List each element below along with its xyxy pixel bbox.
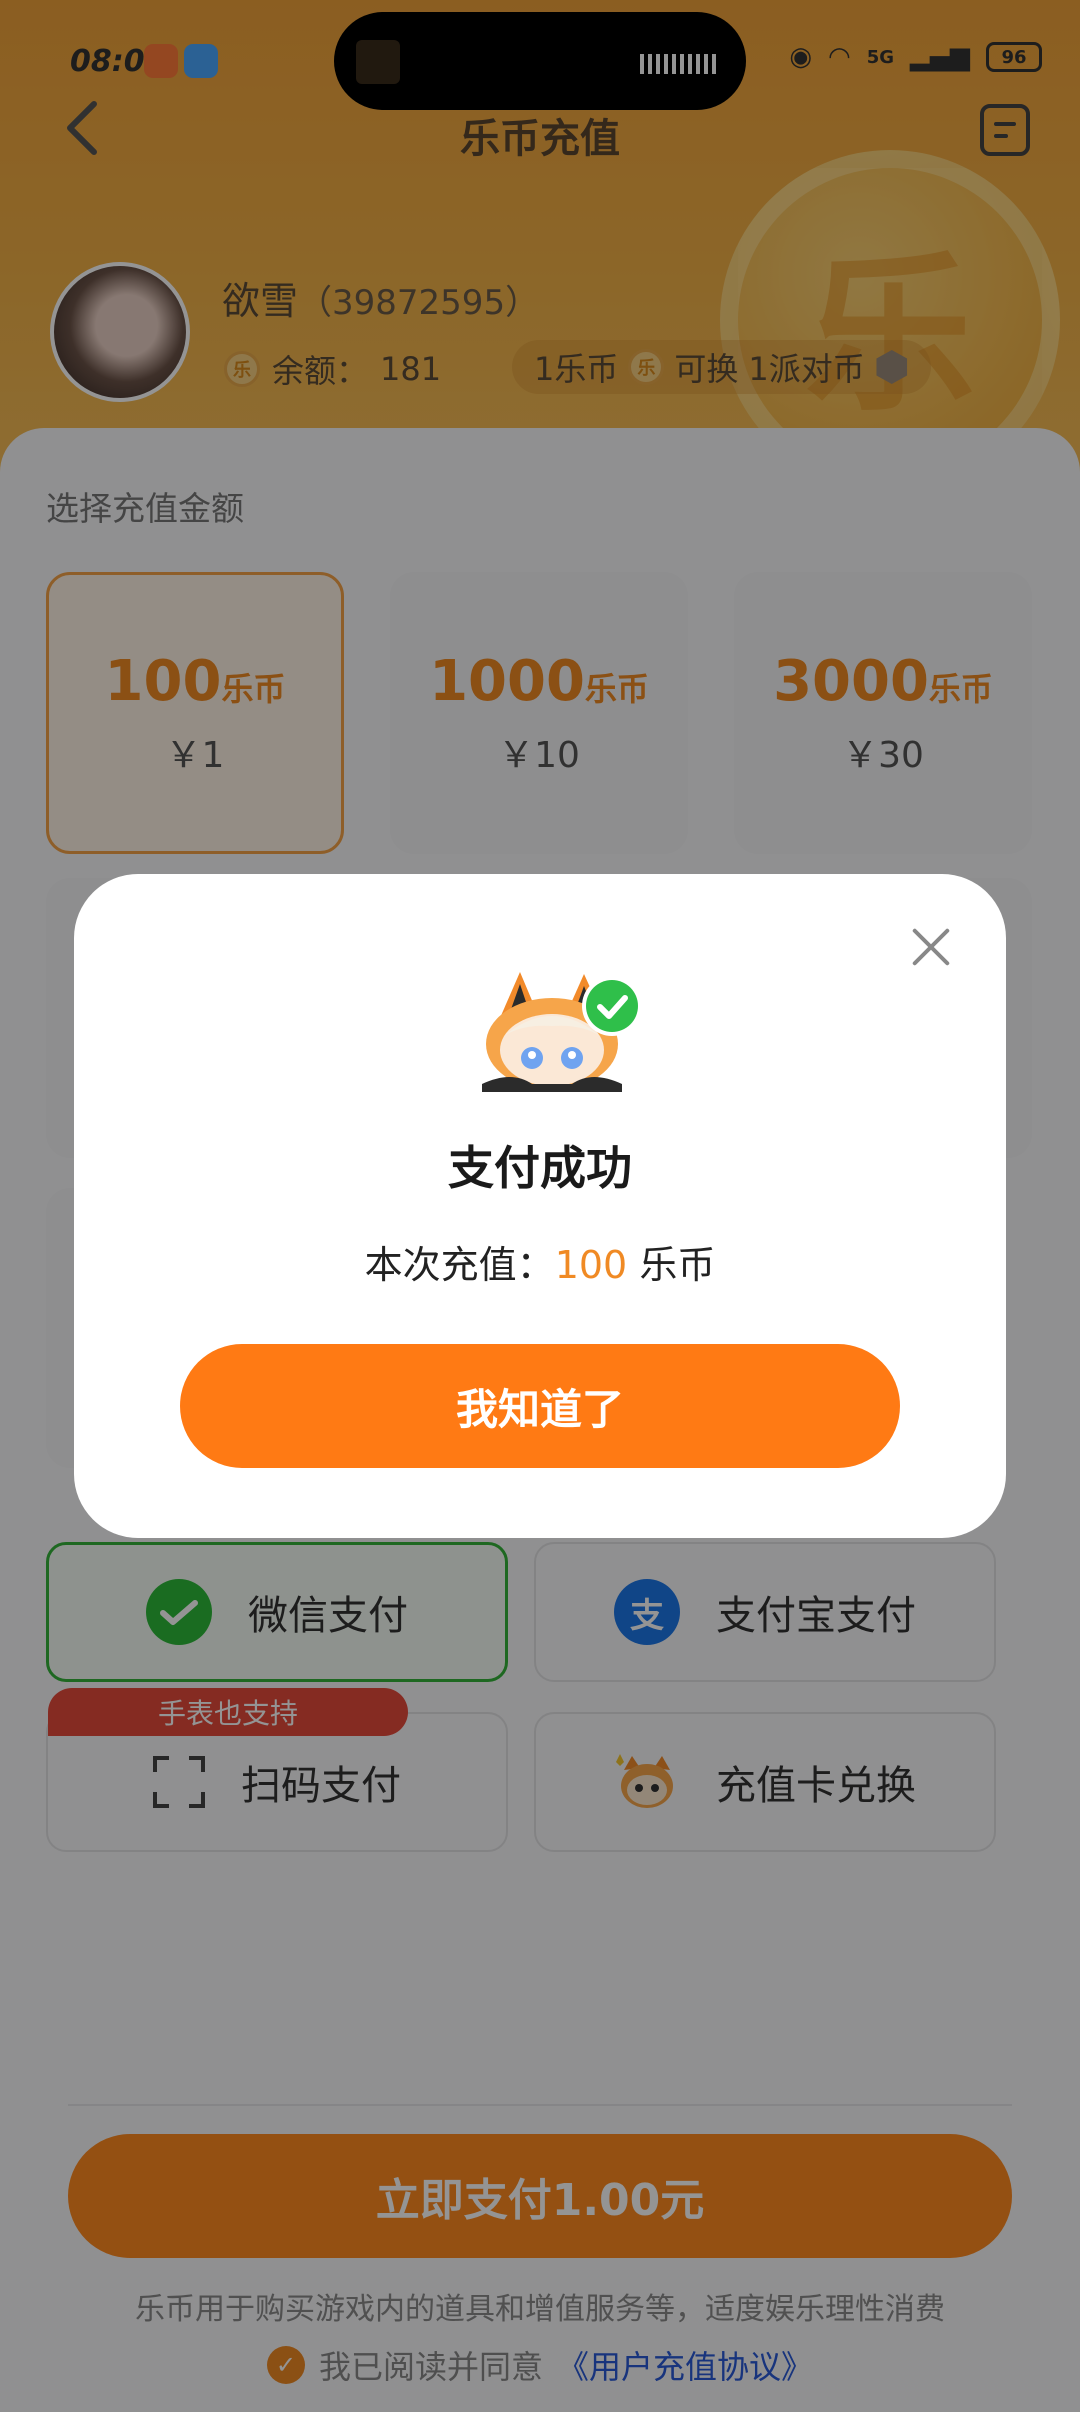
dialog-desc-prefix: 本次充值： (364, 1243, 555, 1287)
dialog-unit: 乐币 (639, 1243, 716, 1287)
close-icon[interactable] (910, 926, 952, 968)
payment-success-dialog: 支付成功 本次充值：100 乐币 我知道了 (74, 874, 1006, 1538)
dialog-title: 支付成功 (448, 1141, 632, 1195)
dialog-description: 本次充值：100 乐币 (74, 1234, 1006, 1289)
acknowledge-button[interactable]: 我知道了 (180, 1344, 900, 1468)
mascot-success-icon (482, 972, 642, 1092)
dialog-amount: 100 (554, 1243, 628, 1287)
